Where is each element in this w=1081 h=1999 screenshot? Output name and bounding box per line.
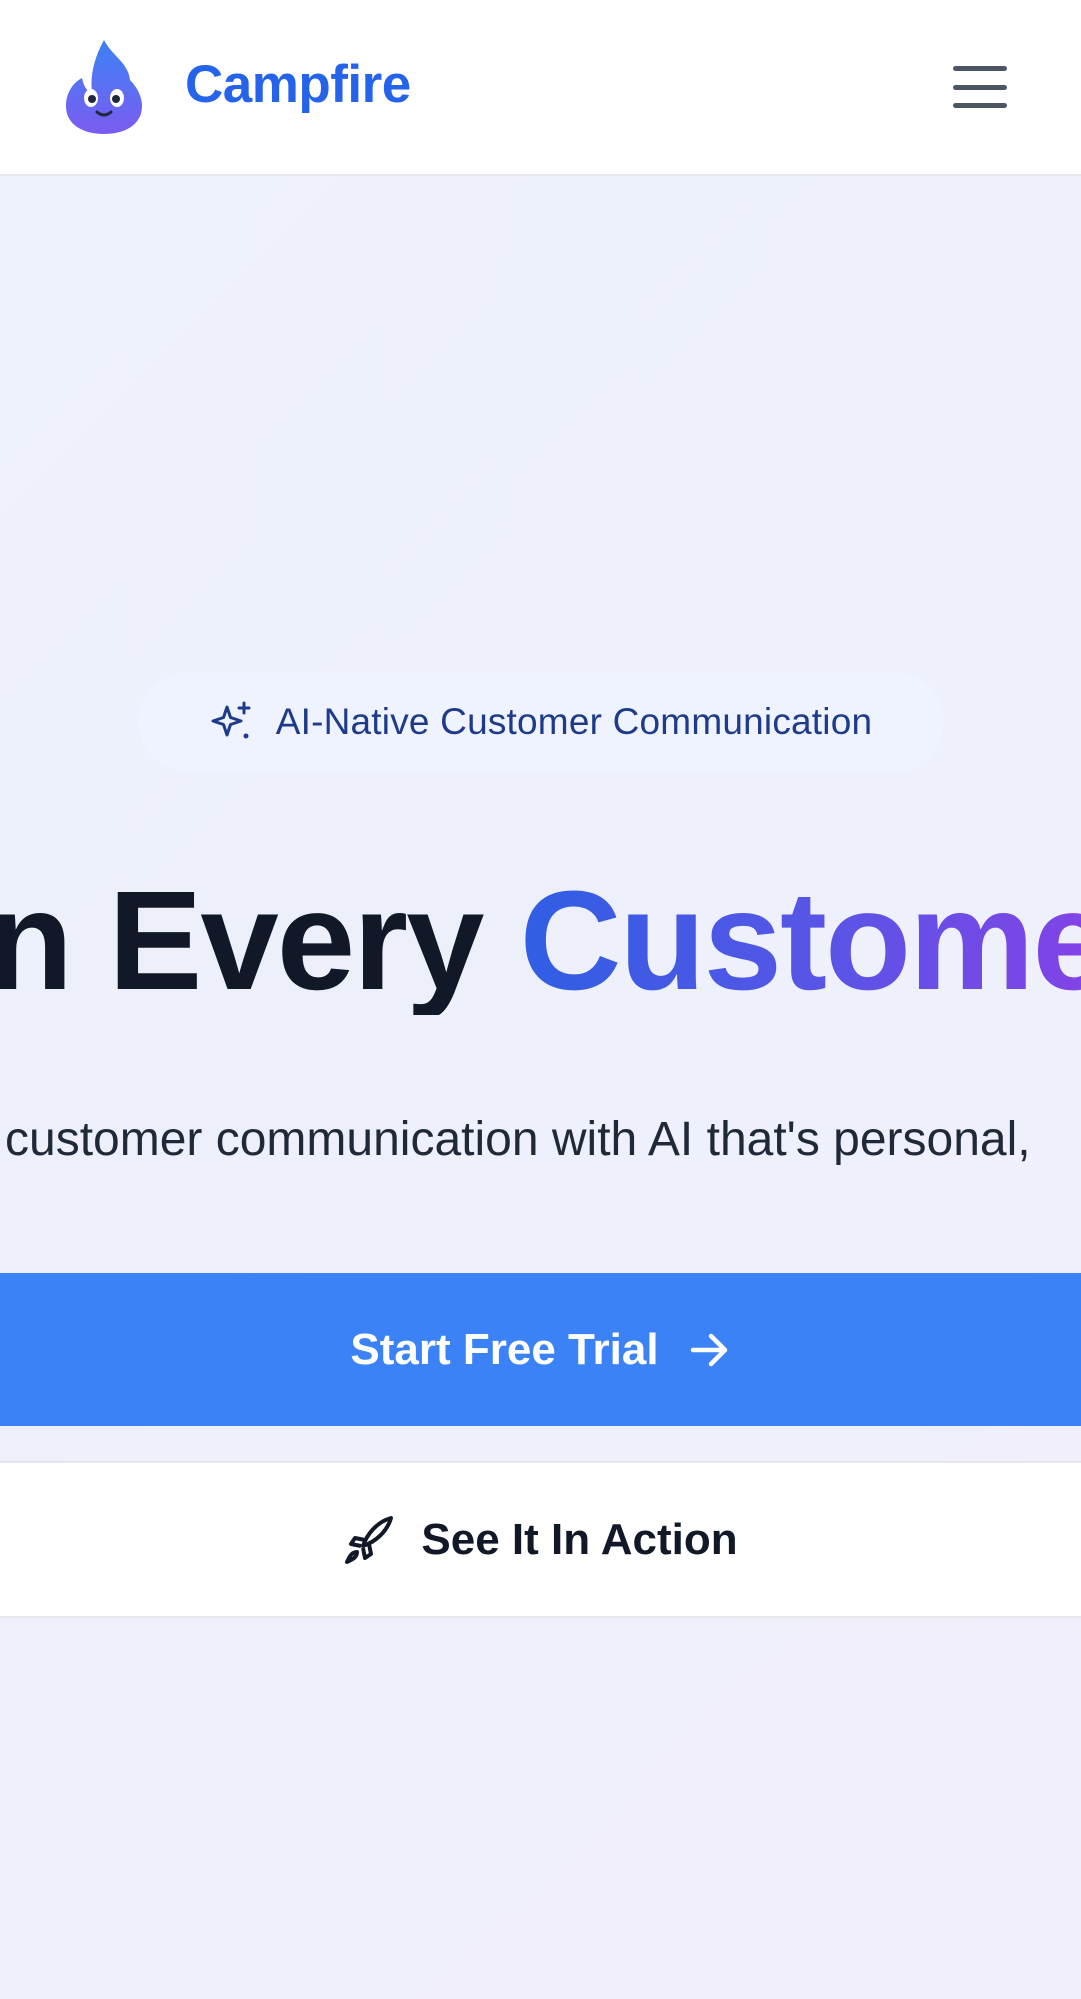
brand-name[interactable]: Campfire [185,54,411,115]
hero-headline: n Every Customer In [0,865,1081,1015]
see-it-in-action-button[interactable]: See It In Action [0,1461,1081,1618]
hamburger-menu-icon[interactable] [950,62,1010,112]
arrow-right-icon [690,1333,727,1366]
campfire-logo-icon[interactable] [64,38,144,136]
site-header: Campfire [0,0,1081,176]
secondary-button-label: See It In Action [421,1514,738,1564]
start-free-trial-button[interactable]: Start Free Trial [0,1273,1081,1426]
page: Campfire AI-Native Customer Communicatio… [0,0,1081,1999]
badge-text: AI-Native Customer Communication [275,701,873,742]
menu-bar [953,66,1007,71]
hero-subheading: customer communication with AI that's pe… [5,1113,1031,1166]
primary-button-label: Start Free Trial [350,1324,659,1374]
rocket-icon [345,1515,394,1564]
sparkles-icon [211,701,251,739]
menu-bar [953,84,1007,90]
headline-part1: n Every [0,865,520,1015]
hero-badge: AI-Native Customer Communication [138,672,944,772]
menu-bar [953,103,1007,108]
headline-highlight: Customer [520,865,1081,1015]
